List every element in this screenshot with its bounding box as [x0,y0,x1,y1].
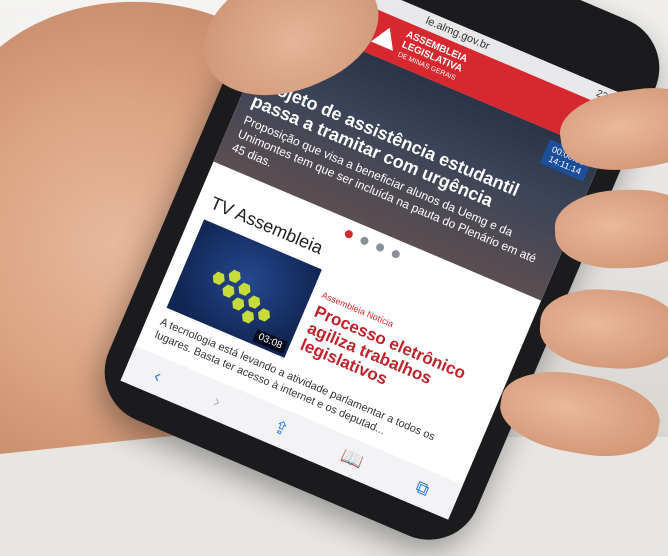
forward-icon[interactable]: › [210,390,224,412]
carousel-dot[interactable] [358,235,370,246]
back-icon[interactable]: ‹ [151,365,164,387]
carousel-dot[interactable] [374,242,385,253]
carousel-dot[interactable] [343,228,354,240]
bookmarks-icon[interactable]: 📖 [338,444,366,472]
tabs-icon[interactable]: ⧉ [413,476,433,500]
carousel-dot[interactable] [390,248,401,260]
